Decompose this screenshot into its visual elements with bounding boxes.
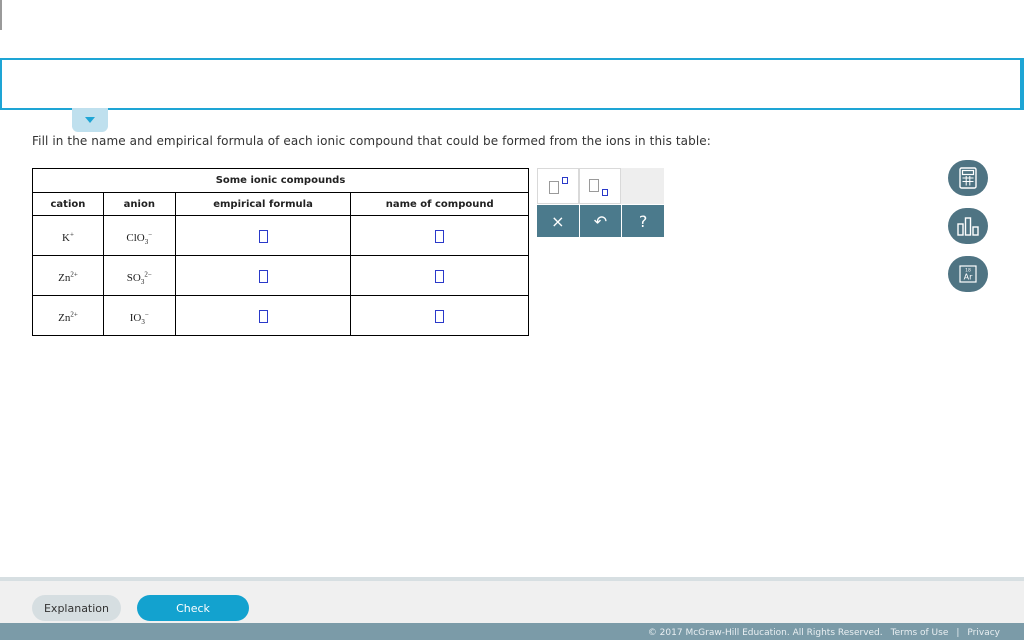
terms-of-use-link[interactable]: Terms of Use — [891, 628, 949, 638]
header-empirical-formula: empirical formula — [174, 192, 352, 216]
base-box-icon — [589, 179, 599, 192]
empirical-formula-input[interactable] — [258, 310, 268, 323]
header-compound-name: name of compound — [350, 192, 529, 216]
name-cell — [350, 255, 529, 296]
undo-icon: ↶ — [593, 211, 608, 231]
table-row: Zn2+ SO32− — [32, 255, 529, 296]
anion-cell: IO3− — [102, 295, 176, 336]
empirical-formula-input[interactable] — [258, 230, 268, 243]
superscript-box-icon — [562, 177, 568, 184]
table-caption: Some ionic compounds — [32, 168, 529, 193]
math-toolbar: × ↶ ? — [537, 168, 665, 238]
anion-cell: ClO3− — [102, 215, 176, 256]
anion-ion: IO3− — [129, 310, 149, 327]
bar-chart-icon — [957, 217, 979, 236]
cation-cell: K+ — [32, 215, 104, 256]
clear-button[interactable]: × — [537, 205, 579, 237]
anion-ion: SO32− — [126, 270, 152, 287]
check-button[interactable]: Check — [137, 595, 249, 621]
anion-cell: SO32− — [102, 255, 176, 296]
formula-cell — [174, 295, 352, 336]
calculator-button[interactable] — [948, 160, 988, 196]
header-cation: cation — [32, 192, 104, 216]
empirical-formula-input[interactable] — [258, 270, 268, 283]
privacy-link[interactable]: Privacy — [967, 628, 1000, 638]
question-header-panel — [0, 0, 1024, 110]
chevron-down-icon — [85, 117, 95, 123]
explanation-button[interactable]: Explanation — [32, 595, 121, 621]
help-button[interactable]: ? — [622, 205, 665, 237]
compound-name-input[interactable] — [435, 230, 445, 243]
formula-cell — [174, 255, 352, 296]
question-icon: ? — [638, 211, 648, 231]
name-cell — [350, 215, 529, 256]
header-anion: anion — [102, 192, 176, 216]
cation-ion: K+ — [61, 230, 74, 244]
action-row: × ↶ ? — [537, 205, 665, 237]
ionic-compounds-table: Some ionic compounds cation anion empiri… — [32, 168, 529, 336]
calculator-icon — [959, 167, 977, 189]
periodic-table-icon: 18 Ar — [959, 265, 977, 283]
base-box-icon — [549, 181, 559, 194]
table-row: K+ ClO3− — [32, 215, 529, 256]
cation-cell: Zn2+ — [32, 295, 104, 336]
periodic-table-button[interactable]: 18 Ar — [948, 256, 988, 292]
header-frame — [0, 58, 1024, 110]
undo-button[interactable]: ↶ — [579, 205, 622, 237]
copyright-bar: © 2017 McGraw-Hill Education. All Rights… — [0, 623, 1024, 640]
anion-ion: ClO3− — [126, 230, 153, 247]
element-symbol: Ar — [964, 273, 973, 282]
collapse-toggle[interactable] — [72, 108, 108, 132]
close-icon: × — [551, 211, 565, 231]
template-row — [537, 168, 664, 204]
footer-separator: | — [956, 628, 960, 638]
data-chart-button[interactable] — [948, 208, 988, 244]
header-edge — [0, 0, 2, 30]
copyright-text: © 2017 McGraw-Hill Education. All Rights… — [647, 628, 883, 638]
formula-cell — [174, 215, 352, 256]
cation-ion: Zn2+ — [58, 270, 78, 284]
table-row: Zn2+ IO3− — [32, 295, 529, 336]
cation-ion: Zn2+ — [58, 310, 78, 324]
subscript-box-icon — [602, 189, 608, 196]
question-instructions: Fill in the name and empirical formula o… — [32, 134, 711, 148]
name-cell — [350, 295, 529, 336]
compound-name-input[interactable] — [435, 310, 445, 323]
compound-name-input[interactable] — [435, 270, 445, 283]
superscript-template-button[interactable] — [537, 168, 579, 204]
cation-cell: Zn2+ — [32, 255, 104, 296]
subscript-template-button[interactable] — [579, 168, 621, 204]
